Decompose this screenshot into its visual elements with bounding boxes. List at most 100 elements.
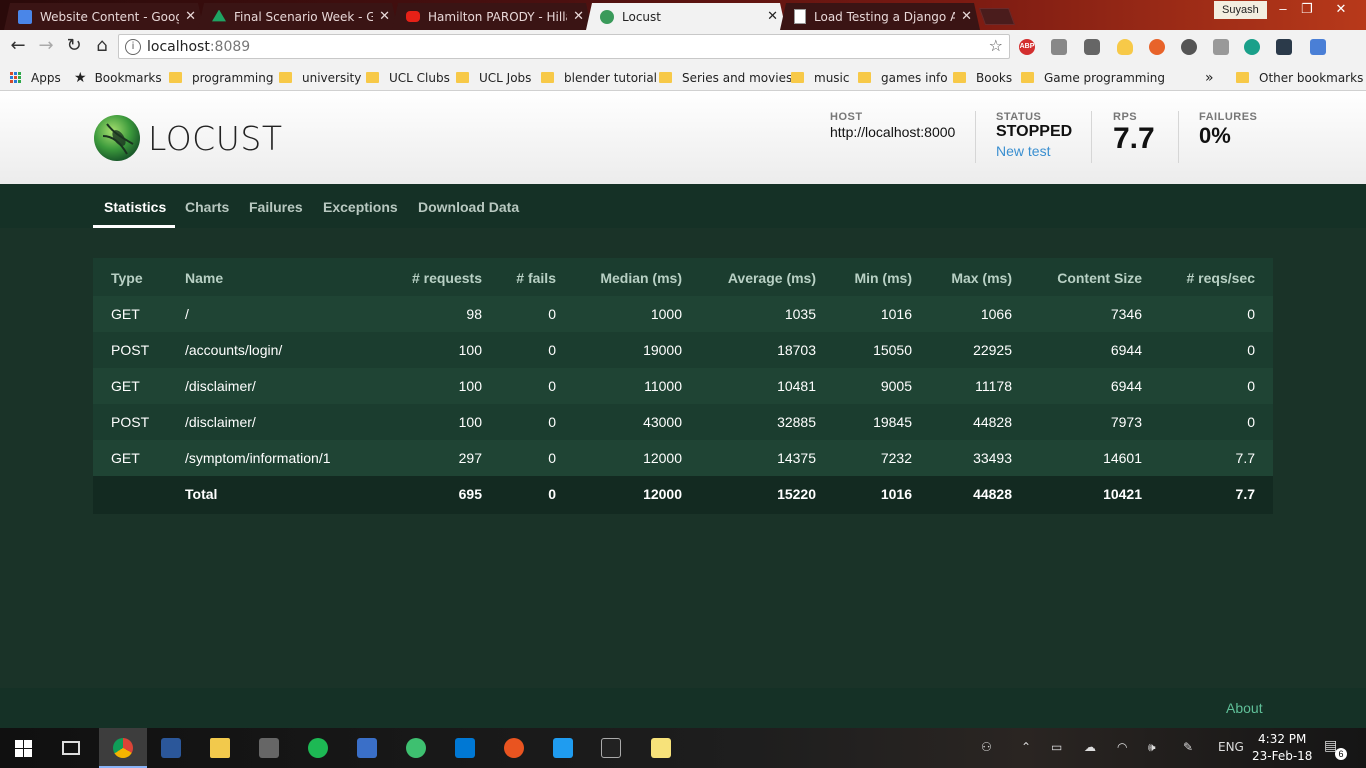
- terminal-icon[interactable]: [601, 738, 621, 758]
- restore-icon[interactable]: ❐: [1292, 0, 1322, 20]
- extension-camera-icon[interactable]: [1084, 39, 1100, 55]
- home-icon[interactable]: ⌂: [90, 34, 114, 58]
- url-text[interactable]: localhost:8089: [147, 39, 250, 55]
- about-link[interactable]: About: [1226, 700, 1263, 716]
- bookmark-folder[interactable]: UCL Clubs: [366, 69, 450, 86]
- spotify-icon[interactable]: [308, 738, 328, 758]
- bookmark-bookmarks[interactable]: ★ Bookmarks: [74, 69, 162, 86]
- column-header[interactable]: Name: [185, 258, 223, 298]
- people-icon[interactable]: ⚇: [981, 740, 992, 754]
- column-header[interactable]: Median (ms): [600, 258, 682, 298]
- cell-name: Total: [185, 486, 218, 502]
- column-header[interactable]: Content Size: [1057, 258, 1142, 298]
- tab-charts[interactable]: Charts: [185, 199, 229, 215]
- extension-x-icon[interactable]: [1276, 39, 1292, 55]
- bookmarks-overflow-button[interactable]: »: [1205, 69, 1214, 86]
- address-bar[interactable]: i localhost:8089 ☆: [118, 34, 1010, 59]
- extension-m-icon[interactable]: [1244, 39, 1260, 55]
- status-value: STOPPED: [996, 123, 1073, 140]
- browser-tab[interactable]: Hamilton PARODY - Hilla ✕: [392, 3, 592, 30]
- close-icon[interactable]: ✕: [767, 9, 778, 24]
- browser-tab-active[interactable]: Locust ✕: [586, 3, 786, 30]
- onedrive-icon[interactable]: ☁: [1084, 740, 1096, 754]
- column-header[interactable]: Average (ms): [728, 258, 816, 298]
- file-explorer-icon[interactable]: [210, 738, 230, 758]
- app-icon[interactable]: [259, 738, 279, 758]
- bookmark-folder[interactable]: Game programming: [1021, 69, 1165, 86]
- tab-download-data[interactable]: Download Data: [418, 199, 519, 215]
- atom-icon[interactable]: [406, 738, 426, 758]
- bookmark-apps[interactable]: Apps: [10, 69, 61, 86]
- volume-icon[interactable]: 🕪: [1148, 740, 1156, 755]
- bookmark-folder[interactable]: Series and movies: [659, 69, 792, 86]
- adblock-icon[interactable]: ABP: [1019, 39, 1035, 55]
- info-icon[interactable]: i: [125, 39, 141, 55]
- tab-failures[interactable]: Failures: [249, 199, 303, 215]
- tab-title: Locust: [622, 9, 661, 24]
- close-icon[interactable]: ✕: [379, 9, 390, 24]
- new-tab-button[interactable]: [978, 8, 1016, 25]
- folder-icon: [659, 72, 672, 83]
- page-icon: [794, 9, 806, 24]
- tab-statistics[interactable]: Statistics: [104, 199, 166, 215]
- lightbulb-icon[interactable]: [1117, 39, 1133, 55]
- clock[interactable]: 4:32 PM 23-Feb-18: [1252, 731, 1312, 765]
- bookmark-folder[interactable]: Books: [953, 69, 1012, 86]
- outlook-icon[interactable]: [455, 738, 475, 758]
- bookmark-folder[interactable]: university: [279, 69, 361, 86]
- ubuntu-icon[interactable]: [504, 738, 524, 758]
- folder-icon: [541, 72, 554, 83]
- browser-tab[interactable]: Load Testing a Django Ap ✕: [780, 3, 980, 30]
- battery-icon[interactable]: ▭: [1051, 740, 1062, 754]
- app-icon[interactable]: [357, 738, 377, 758]
- extension-on-icon[interactable]: [1181, 39, 1197, 55]
- column-header[interactable]: # reqs/sec: [1187, 258, 1256, 298]
- close-icon[interactable]: ✕: [961, 9, 972, 24]
- column-header[interactable]: # fails: [516, 258, 556, 298]
- chrome-icon[interactable]: [113, 738, 133, 758]
- close-icon[interactable]: ✕: [185, 9, 196, 24]
- extension-pdf-icon[interactable]: [1213, 39, 1229, 55]
- bookmark-folder[interactable]: music: [791, 69, 849, 86]
- bookmark-other[interactable]: Other bookmarks: [1236, 69, 1363, 86]
- bookmark-folder[interactable]: blender tutorial: [541, 69, 657, 86]
- extension-pen-icon[interactable]: [1310, 39, 1326, 55]
- chevron-up-icon[interactable]: ⌃: [1021, 740, 1031, 754]
- column-header[interactable]: Type: [111, 258, 143, 298]
- sticky-notes-icon[interactable]: [651, 738, 671, 758]
- browser-tab[interactable]: Final Scenario Week - Go ✕: [198, 3, 398, 30]
- table-row: POST /accounts/login/ 100 0 19000 18703 …: [93, 332, 1273, 368]
- language-indicator[interactable]: ENG: [1218, 740, 1244, 754]
- bookmark-folder[interactable]: programming: [169, 69, 273, 86]
- extension-s-icon[interactable]: [1051, 39, 1067, 55]
- back-icon[interactable]: ←: [6, 34, 30, 58]
- cell-content-size: 14601: [1103, 450, 1142, 466]
- bookmark-star-icon[interactable]: ☆: [989, 36, 1003, 55]
- vscode-icon[interactable]: [553, 738, 573, 758]
- locust-logo[interactable]: LOCUST: [93, 114, 282, 162]
- profile-button[interactable]: Suyash: [1214, 1, 1267, 19]
- tab-exceptions[interactable]: Exceptions: [323, 199, 398, 215]
- cell-requests: 695: [458, 486, 482, 502]
- pen-icon[interactable]: ✎: [1183, 740, 1193, 754]
- close-icon[interactable]: ✕: [573, 9, 584, 24]
- column-header[interactable]: Min (ms): [854, 258, 912, 298]
- extension-fire-icon[interactable]: [1149, 39, 1165, 55]
- column-header[interactable]: Max (ms): [951, 258, 1012, 298]
- new-test-link[interactable]: New test: [996, 143, 1072, 159]
- column-header[interactable]: # requests: [412, 258, 482, 298]
- close-window-icon[interactable]: ✕: [1326, 0, 1356, 20]
- browser-toolbar: ← → ↻ ⌂ i localhost:8089 ☆ ABP ···: [0, 30, 1366, 89]
- browser-tab[interactable]: Website Content - Goog ✕: [4, 3, 204, 30]
- task-view-icon[interactable]: [62, 741, 80, 755]
- cell-average: 18703: [777, 342, 816, 358]
- windows-start-icon[interactable]: [15, 740, 32, 757]
- folder-icon: [1021, 72, 1034, 83]
- wifi-icon[interactable]: ◠: [1117, 740, 1127, 754]
- bookmark-label: music: [814, 70, 850, 85]
- word-icon[interactable]: [161, 738, 181, 758]
- bookmark-folder[interactable]: UCL Jobs: [456, 69, 531, 86]
- forward-icon[interactable]: →: [34, 34, 58, 58]
- reload-icon[interactable]: ↻: [62, 34, 86, 58]
- bookmark-folder[interactable]: games info: [858, 69, 948, 86]
